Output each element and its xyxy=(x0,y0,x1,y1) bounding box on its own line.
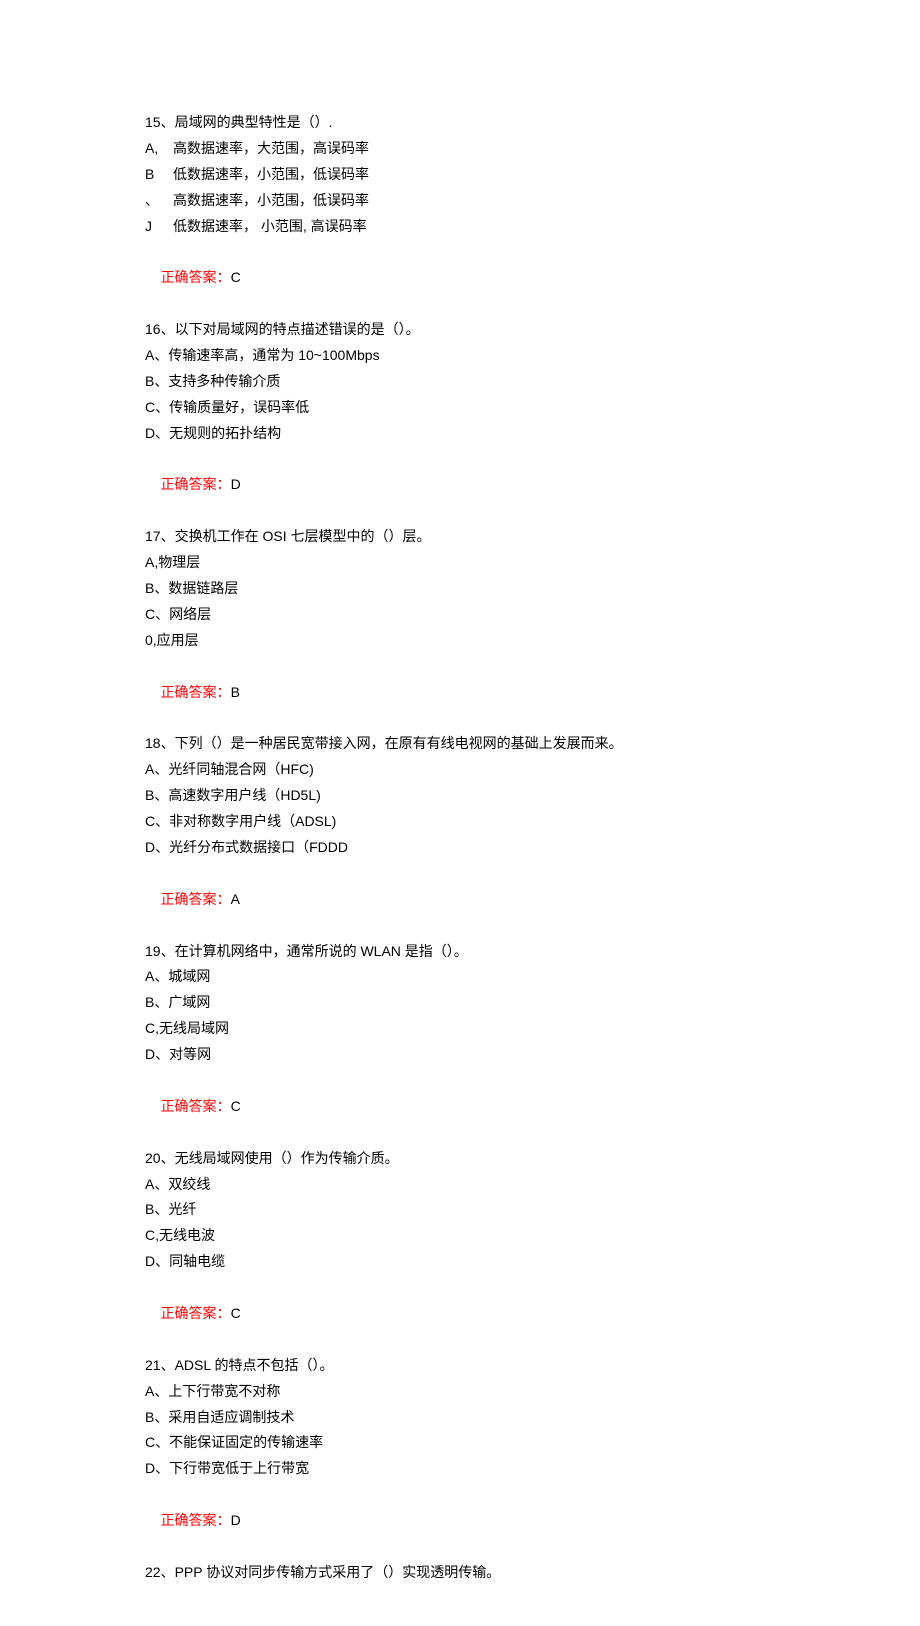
option-key: 、 xyxy=(145,188,173,214)
option-line: B、广域网 xyxy=(145,990,800,1016)
question-prompt: 16、以下对局域网的特点描述错误的是（）。 xyxy=(145,317,800,343)
answer-value: D xyxy=(231,1512,241,1528)
option-text: 低数据速率，小范围，低误码率 xyxy=(173,162,369,188)
answer-line: 正确答案：B xyxy=(145,654,800,732)
option-key: B xyxy=(145,162,173,188)
option-line: B、数据链路层 xyxy=(145,576,800,602)
option-line: A、传输速率高，通常为 10~100Mbps xyxy=(145,343,800,369)
option-line: A、上下行带宽不对称 xyxy=(145,1379,800,1405)
option-line: B 低数据速率，小范围，低误码率 xyxy=(145,162,800,188)
answer-value: C xyxy=(231,1098,241,1114)
option-key: J xyxy=(145,214,173,240)
question-prompt: 22、PPP 协议对同步传输方式采用了（）实现透明传输。 xyxy=(145,1560,800,1586)
option-line: A、双绞线 xyxy=(145,1172,800,1198)
option-line: C、传输质量好，误码率低 xyxy=(145,395,800,421)
option-line: C,无线局域网 xyxy=(145,1016,800,1042)
option-line: C、网络层 xyxy=(145,602,800,628)
option-line: J 低数据速率， 小范围, 高误码率 xyxy=(145,214,800,240)
option-line: B、光纤 xyxy=(145,1197,800,1223)
answer-line: 正确答案：C xyxy=(145,1068,800,1146)
answer-value: A xyxy=(231,891,240,907)
question-prompt: 19、在计算机网络中，通常所说的 WLAN 是指（）。 xyxy=(145,939,800,965)
answer-label: 正确答案： xyxy=(161,269,231,285)
option-line: 、 高数据速率，小范围，低误码率 xyxy=(145,188,800,214)
question-prompt: 20、无线局域网使用（）作为传输介质。 xyxy=(145,1146,800,1172)
option-key: A, xyxy=(145,136,173,162)
answer-value: D xyxy=(231,476,241,492)
option-line: B、支持多种传输介质 xyxy=(145,369,800,395)
option-line: D、下行带宽低于上行带宽 xyxy=(145,1456,800,1482)
question-prompt: 21、ADSL 的特点不包括（）。 xyxy=(145,1353,800,1379)
answer-value: C xyxy=(231,269,241,285)
option-line: A, 高数据速率，大范围，高误码率 xyxy=(145,136,800,162)
answer-label: 正确答案： xyxy=(161,476,231,492)
option-text: 高数据速率，大范围，高误码率 xyxy=(173,136,369,162)
option-line: C、不能保证固定的传输速率 xyxy=(145,1430,800,1456)
option-line: D、同轴电缆 xyxy=(145,1249,800,1275)
option-line: C,无线电波 xyxy=(145,1223,800,1249)
answer-line: 正确答案：D xyxy=(145,1482,800,1560)
option-line: C、非对称数字用户线（ADSL) xyxy=(145,809,800,835)
answer-label: 正确答案： xyxy=(161,1512,231,1528)
option-text: 低数据速率， 小范围, 高误码率 xyxy=(173,214,367,240)
answer-label: 正确答案： xyxy=(161,1305,231,1321)
answer-line: 正确答案：A xyxy=(145,861,800,939)
answer-label: 正确答案： xyxy=(161,891,231,907)
option-line: B、采用自适应调制技术 xyxy=(145,1405,800,1431)
option-line: B、高速数字用户线（HD5L) xyxy=(145,783,800,809)
answer-value: C xyxy=(231,1305,241,1321)
option-line: A、城域网 xyxy=(145,964,800,990)
option-line: A、光纤同轴混合网（HFC) xyxy=(145,757,800,783)
option-line: A,物理层 xyxy=(145,550,800,576)
option-line: D、光纤分布式数据接口（FDDD xyxy=(145,835,800,861)
answer-label: 正确答案： xyxy=(161,1098,231,1114)
option-text: 高数据速率，小范围，低误码率 xyxy=(173,188,369,214)
question-prompt: 15、局域网的典型特性是（）. xyxy=(145,110,800,136)
answer-value: B xyxy=(231,684,240,700)
question-prompt: 18、下列（）是一种居民宽带接入网，在原有有线电视网的基础上发展而来。 xyxy=(145,731,800,757)
answer-line: 正确答案：C xyxy=(145,239,800,317)
document-page: 15、局域网的典型特性是（）. A, 高数据速率，大范围，高误码率 B 低数据速… xyxy=(0,0,920,1626)
option-line: 0,应用层 xyxy=(145,628,800,654)
answer-line: 正确答案：C xyxy=(145,1275,800,1353)
question-prompt: 17、交换机工作在 OSI 七层模型中的（）层。 xyxy=(145,524,800,550)
answer-line: 正确答案：D xyxy=(145,447,800,525)
answer-label: 正确答案： xyxy=(161,684,231,700)
option-line: D、无规则的拓扑结构 xyxy=(145,421,800,447)
option-line: D、对等网 xyxy=(145,1042,800,1068)
